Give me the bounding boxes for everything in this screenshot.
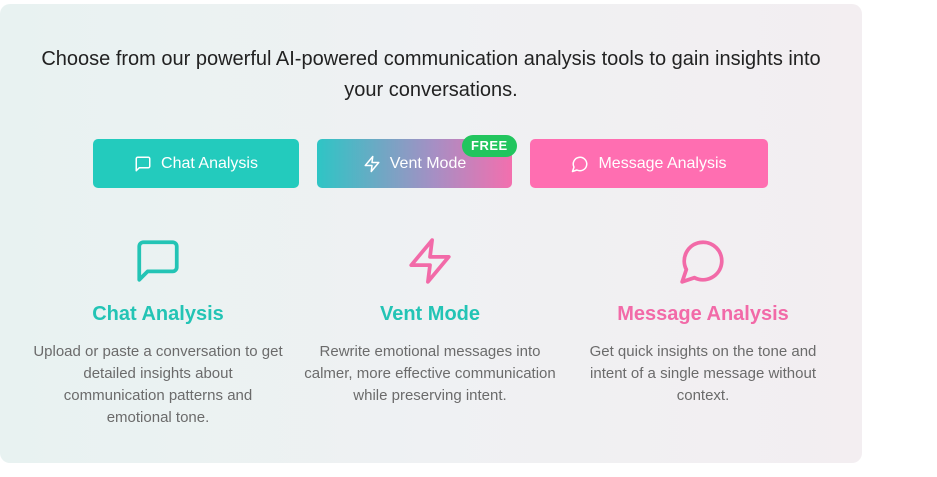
feature-description: Rewrite emotional messages into calmer, … <box>304 343 556 404</box>
zap-icon <box>409 238 451 284</box>
intro-text: Choose from our powerful AI-powered comm… <box>41 48 821 101</box>
message-square-icon <box>135 156 151 171</box>
vent-mode-button-label: Vent Mode <box>389 154 467 172</box>
message-analysis-button[interactable]: Message Analysis <box>530 139 768 188</box>
feature-title: Chat Analysis <box>92 303 224 325</box>
feature-description: Upload or paste a conversation to get de… <box>33 343 283 426</box>
feature-message-analysis: Message Analysis Get quick insights on t… <box>568 236 838 407</box>
message-square-icon <box>137 240 179 282</box>
message-circle-icon <box>572 156 588 172</box>
zap-icon <box>364 155 380 172</box>
feature-chat-analysis: Chat Analysis Upload or paste a conversa… <box>23 236 293 429</box>
feature-title: Vent Mode <box>379 303 480 325</box>
message-analysis-button-label: Message Analysis <box>598 154 727 172</box>
chat-analysis-button-label: Chat Analysis <box>161 154 258 172</box>
free-badge: FREE <box>462 135 517 157</box>
feature-vent-mode: Vent Mode Rewrite emotional messages int… <box>295 236 565 407</box>
feature-title: Message Analysis <box>617 303 789 325</box>
chat-analysis-button[interactable]: Chat Analysis <box>93 139 299 188</box>
feature-description: Get quick insights on the tone and inten… <box>589 343 817 404</box>
tools-panel: Choose from our powerful AI-powered comm… <box>0 4 862 463</box>
message-circle-icon <box>680 240 724 284</box>
